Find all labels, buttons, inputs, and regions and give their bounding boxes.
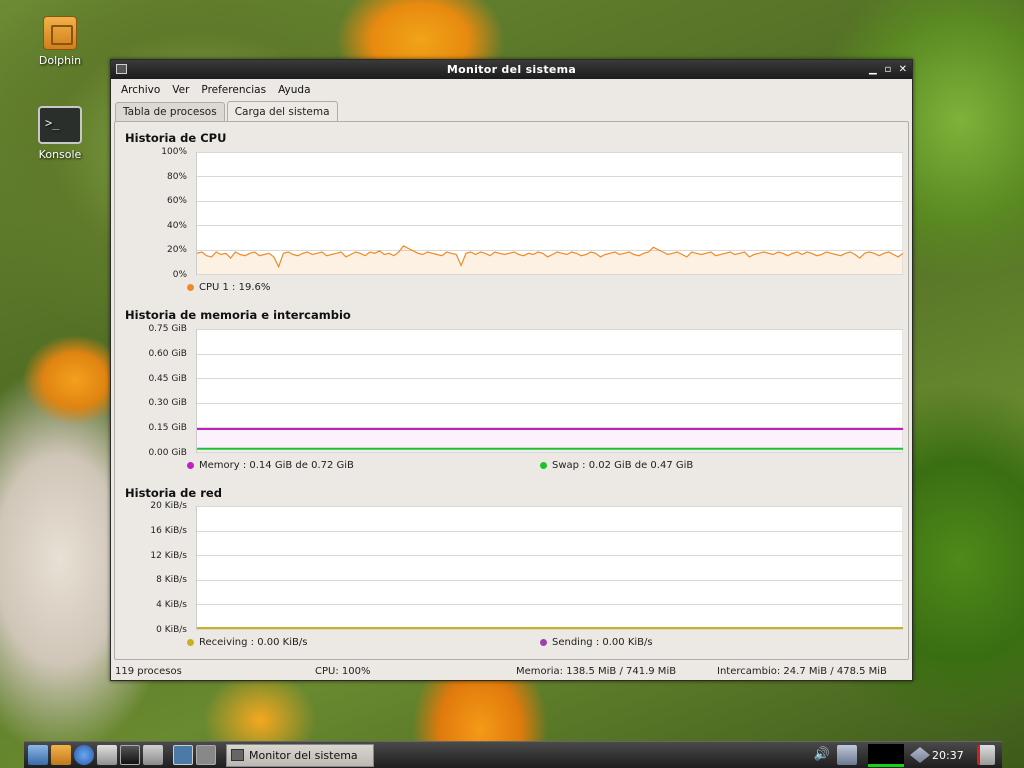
desktop-icon-label: Konsole bbox=[38, 148, 82, 161]
tab-system-load[interactable]: Carga del sistema bbox=[226, 101, 338, 122]
file-manager-icon[interactable] bbox=[51, 745, 71, 765]
memory-legend: Memory : 0.14 GiB de 0.72 GiB bbox=[187, 460, 354, 471]
desktop-icon[interactable] bbox=[28, 745, 48, 765]
statusbar: 119 procesos CPU: 100% Memoria: 138.5 Mi… bbox=[111, 663, 912, 680]
sending-legend: Sending : 0.00 KiB/s bbox=[540, 637, 653, 648]
terminal-icon: >_ bbox=[38, 106, 82, 144]
y-axis-tick-label: 0.15 GiB bbox=[148, 423, 187, 433]
y-axis-tick-label: 100% bbox=[161, 147, 187, 157]
menu-preferencias[interactable]: Preferencias bbox=[199, 84, 272, 96]
memory-y-axis: 0.75 GiB 0.60 GiB 0.45 GiB 0.30 GiB 0.15 GiB… bbox=[115, 324, 187, 458]
cpu-legend-dot-icon bbox=[187, 284, 194, 291]
cpu-legend: CPU 1 : 19.6% bbox=[187, 282, 270, 293]
system-monitor-window: Monitor del sistema ▁ ▫ ✕ Archivo Ver Pr… bbox=[110, 59, 913, 681]
menu-archivo[interactable]: Archivo bbox=[119, 84, 166, 96]
receiving-legend-dot-icon bbox=[187, 639, 194, 646]
network-graph-canvas bbox=[197, 506, 903, 630]
memory-section-title: Historia de memoria e intercambio bbox=[125, 308, 351, 322]
status-memory: Memoria: 138.5 MiB / 741.9 MiB bbox=[516, 666, 677, 677]
y-axis-tick-label: 40% bbox=[166, 221, 187, 231]
receiving-legend: Receiving : 0.00 KiB/s bbox=[187, 637, 307, 648]
y-axis-tick-label: 0.00 GiB bbox=[148, 448, 187, 458]
swap-legend: Swap : 0.02 GiB de 0.47 GiB bbox=[540, 460, 693, 471]
y-axis-tick-label: 60% bbox=[166, 196, 187, 206]
sending-legend-label: Sending : 0.00 KiB/s bbox=[552, 637, 653, 648]
y-axis-tick-label: 0.60 GiB bbox=[148, 349, 187, 359]
taskbar: Monitor del sistema 🔊 20:37 bbox=[24, 741, 1002, 768]
folder-icon bbox=[43, 16, 77, 50]
y-axis-tick-label: 0.75 GiB bbox=[148, 324, 187, 334]
menu-ayuda[interactable]: Ayuda bbox=[276, 84, 316, 96]
minimize-button[interactable]: ▁ bbox=[866, 60, 880, 79]
tray-icon[interactable] bbox=[910, 747, 930, 763]
status-swap: Intercambio: 24.7 MiB / 478.5 MiB bbox=[717, 666, 887, 677]
maximize-button[interactable]: ▫ bbox=[881, 60, 895, 79]
y-axis-tick-label: 4 KiB/s bbox=[156, 600, 187, 610]
tab-bar: Tabla de procesos Carga del sistema bbox=[111, 100, 912, 122]
desktop-icon-dolphin[interactable]: Dolphin bbox=[30, 16, 90, 67]
y-axis-tick-label: 20 KiB/s bbox=[150, 501, 187, 511]
logout-icon[interactable] bbox=[977, 745, 995, 765]
menubar: Archivo Ver Preferencias Ayuda bbox=[111, 79, 912, 100]
mail-icon[interactable] bbox=[97, 745, 117, 765]
tab-process-table[interactable]: Tabla de procesos bbox=[115, 102, 225, 121]
volume-icon[interactable]: 🔊 bbox=[812, 745, 832, 765]
terminal-icon[interactable] bbox=[120, 745, 140, 765]
y-axis-tick-label: 16 KiB/s bbox=[150, 526, 187, 536]
swap-legend-label: Swap : 0.02 GiB de 0.47 GiB bbox=[552, 460, 694, 471]
y-axis-tick-label: 0 KiB/s bbox=[156, 625, 187, 635]
window-titlebar[interactable]: Monitor del sistema ▁ ▫ ✕ bbox=[111, 60, 912, 79]
receiving-legend-label: Receiving : 0.00 KiB/s bbox=[199, 637, 308, 648]
memory-legend-label: Memory : 0.14 GiB de 0.72 GiB bbox=[199, 460, 354, 471]
y-axis-tick-label: 0.45 GiB bbox=[148, 374, 187, 384]
windows-icon[interactable] bbox=[143, 745, 163, 765]
y-axis-tick-label: 12 KiB/s bbox=[150, 551, 187, 561]
clock[interactable]: 20:37 bbox=[932, 742, 964, 768]
swap-legend-dot-icon bbox=[540, 462, 547, 469]
browser-icon[interactable] bbox=[74, 745, 94, 765]
workspace-2-icon[interactable] bbox=[196, 745, 216, 765]
desktop-icon-label: Dolphin bbox=[38, 54, 82, 67]
cpu-graph-canvas bbox=[197, 152, 903, 275]
network-y-axis: 20 KiB/s 16 KiB/s 12 KiB/s 8 KiB/s 4 KiB/s 0 … bbox=[115, 501, 187, 635]
desktop-icon-konsole[interactable]: >_ Konsole bbox=[30, 106, 90, 161]
taskbar-task-system-monitor[interactable]: Monitor del sistema bbox=[226, 744, 374, 767]
y-axis-tick-label: 8 KiB/s bbox=[156, 575, 187, 585]
y-axis-tick-label: 80% bbox=[166, 172, 187, 182]
taskbar-task-label: Monitor del sistema bbox=[249, 749, 358, 762]
window-menu-icon[interactable] bbox=[116, 64, 127, 74]
memory-graph-canvas bbox=[197, 329, 903, 453]
network-graph bbox=[196, 506, 903, 630]
cpu-monitor-applet bbox=[868, 744, 904, 767]
network-section-title: Historia de red bbox=[125, 486, 222, 500]
cpu-legend-label: CPU 1 : 19.6% bbox=[199, 282, 271, 293]
cpu-section-title: Historia de CPU bbox=[125, 131, 227, 145]
memory-legend-dot-icon bbox=[187, 462, 194, 469]
y-axis-tick-label: 20% bbox=[166, 245, 187, 255]
sending-legend-dot-icon bbox=[540, 639, 547, 646]
network-icon[interactable] bbox=[837, 745, 857, 765]
window-icon bbox=[231, 749, 244, 761]
y-axis-tick-label: 0.30 GiB bbox=[148, 398, 187, 408]
system-load-panel: Historia de CPU 100% 80% 60% 40% 20% 0% CPU 1… bbox=[114, 121, 909, 660]
menu-ver[interactable]: Ver bbox=[170, 84, 195, 96]
workspace-1-icon[interactable] bbox=[173, 745, 193, 765]
memory-graph bbox=[196, 329, 903, 453]
status-processes: 119 procesos bbox=[115, 666, 182, 677]
cpu-y-axis: 100% 80% 60% 40% 20% 0% bbox=[115, 147, 187, 280]
cpu-graph bbox=[196, 152, 903, 275]
y-axis-tick-label: 0% bbox=[172, 270, 187, 280]
close-button[interactable]: ✕ bbox=[896, 60, 910, 79]
window-title: Monitor del sistema bbox=[446, 63, 577, 76]
status-cpu: CPU: 100% bbox=[315, 666, 371, 677]
